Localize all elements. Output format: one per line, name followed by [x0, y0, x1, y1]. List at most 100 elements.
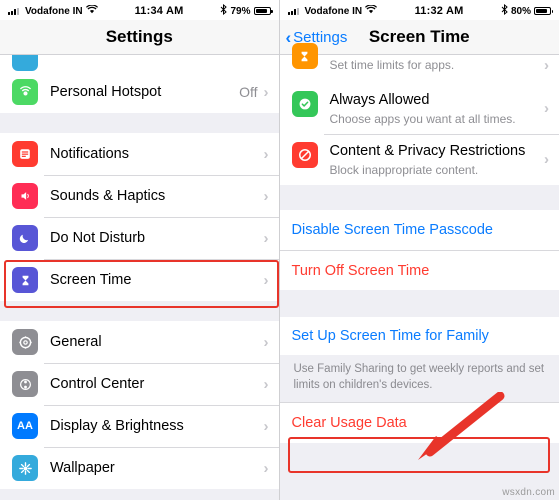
settings-row-do-not-disturb[interactable]: Do Not Disturb ›	[0, 217, 279, 259]
display-brightness-icon: AA	[12, 413, 38, 439]
left-gap-1	[0, 113, 279, 133]
screen-time-row-always-allowed[interactable]: Always Allowed Choose apps you want at a…	[279, 83, 559, 135]
settings-row-control-center[interactable]: Control Center ›	[0, 363, 279, 405]
carrier-label: Vodafone IN	[304, 5, 363, 17]
right-list-group-2: Disable Screen Time Passcode Turn Off Sc…	[279, 210, 559, 291]
right-gap-3	[279, 443, 559, 474]
chevron-right-icon: ›	[263, 333, 269, 351]
page-title: Settings	[105, 27, 173, 46]
row-label: Personal Hotspot	[50, 84, 162, 100]
clock-label: 11:32 AM	[414, 5, 464, 17]
row-title: Content & Privacy Restrictions	[329, 143, 526, 160]
chevron-right-icon: ›	[263, 417, 269, 435]
settings-row-personal-hotspot[interactable]: Personal Hotspot Off ›	[0, 71, 279, 113]
screen-time-icon	[12, 267, 38, 293]
right-gap-1	[279, 185, 559, 211]
chevron-right-icon: ›	[544, 100, 549, 118]
disable-screen-time-passcode-button[interactable]: Disable Screen Time Passcode	[279, 210, 559, 251]
settings-row-sounds-haptics[interactable]: Sounds & Haptics ›	[0, 175, 279, 217]
battery-icon	[534, 6, 553, 16]
screen-time-row-app-limits[interactable]: Set time limits for apps. ›	[279, 43, 559, 83]
left-list-group-2: Notifications › Sounds & Haptics › Do No…	[0, 133, 279, 301]
control-center-icon	[12, 371, 38, 397]
row-subtitle: Set time limits for apps.	[329, 58, 455, 72]
right-gap-2	[279, 290, 559, 318]
action-label: Set Up Screen Time for Family	[291, 328, 489, 345]
row-subtitle: Block inappropriate content.	[329, 162, 479, 177]
back-button-label: Settings	[293, 28, 348, 46]
left-status-left: Vodafone IN	[8, 4, 98, 17]
left-phone-screen: Vodafone IN 11:34 AM 79% Settings Person…	[0, 0, 279, 500]
left-status-bar: Vodafone IN 11:34 AM 79%	[0, 0, 279, 20]
right-status-left: Vodafone IN	[287, 4, 378, 17]
hotspot-icon	[12, 79, 38, 105]
carrier-label: Vodafone IN	[25, 5, 83, 17]
row-subtitle: Choose apps you want at all times.	[329, 111, 516, 126]
chevron-right-icon: ›	[263, 145, 269, 163]
do-not-disturb-icon	[12, 225, 38, 251]
wifi-icon	[365, 4, 378, 17]
chevron-right-icon: ›	[544, 56, 549, 74]
right-phone-screen: Vodafone IN 11:32 AM 80% ‹ Settings Scre…	[278, 0, 559, 500]
chevron-right-icon: ›	[263, 187, 269, 205]
action-label: Turn Off Screen Time	[291, 262, 430, 279]
back-button[interactable]: ‹ Settings	[280, 29, 348, 46]
notifications-icon	[12, 141, 38, 167]
clear-usage-data-button[interactable]: Clear Usage Data	[279, 403, 559, 444]
sounds-icon	[12, 183, 38, 209]
row-text: Set time limits for apps.	[330, 55, 541, 72]
row-label: Display & Brightness	[50, 418, 184, 434]
settings-row-display-brightness[interactable]: AA Display & Brightness ›	[0, 405, 279, 447]
partial-row-top[interactable]	[0, 55, 279, 71]
settings-row-notifications[interactable]: Notifications ›	[0, 133, 279, 175]
right-status-right: 80%	[501, 3, 553, 18]
settings-row-wallpaper[interactable]: Wallpaper ›	[0, 447, 279, 489]
chevron-right-icon: ›	[263, 271, 269, 289]
row-label: Wallpaper	[50, 460, 115, 476]
row-text: Always Allowed Choose apps you want at a…	[330, 91, 541, 126]
row-label: Do Not Disturb	[50, 230, 146, 246]
chevron-left-icon: ‹	[285, 27, 292, 47]
battery-icon	[253, 6, 273, 16]
left-list-group-1: Personal Hotspot Off ›	[0, 71, 279, 113]
row-title: Always Allowed	[329, 92, 430, 108]
action-label: Disable Screen Time Passcode	[291, 222, 494, 239]
row-label: Control Center	[50, 376, 145, 392]
screenshot-root: Vodafone IN 11:34 AM 79% Settings Person…	[0, 0, 559, 500]
chevron-right-icon: ›	[263, 229, 269, 247]
chevron-right-icon: ›	[263, 375, 269, 393]
settings-row-screen-time[interactable]: Screen Time ›	[0, 259, 279, 301]
settings-row-general[interactable]: General ›	[0, 321, 279, 363]
watermark: wsxdn.com	[502, 487, 555, 498]
chevron-right-icon: ›	[544, 151, 549, 169]
wifi-icon	[85, 4, 98, 17]
signal-bars-icon	[287, 7, 302, 15]
battery-percent-label: 79%	[230, 5, 251, 17]
family-sharing-footnote: Use Family Sharing to get weekly reports…	[279, 355, 559, 403]
bluetooth-icon	[220, 3, 228, 18]
left-nav-bar: Settings	[0, 20, 279, 55]
content-privacy-icon	[291, 142, 318, 169]
left-list-group-3: General › Control Center › AA Display & …	[0, 321, 279, 489]
app-limits-icon	[291, 43, 318, 69]
row-label: Notifications	[50, 146, 129, 162]
row-label: Screen Time	[50, 272, 132, 288]
row-text: Content & Privacy Restrictions Block ina…	[330, 142, 541, 177]
right-status-bar: Vodafone IN 11:32 AM 80%	[279, 0, 559, 20]
battery-percent-label: 80%	[510, 5, 531, 17]
set-up-screen-time-for-family-button[interactable]: Set Up Screen Time for Family	[279, 317, 559, 356]
general-icon	[12, 329, 38, 355]
turn-off-screen-time-button[interactable]: Turn Off Screen Time	[279, 250, 559, 291]
row-label: Sounds & Haptics	[50, 188, 166, 204]
left-status-right: 79%	[220, 3, 273, 18]
right-list-group-4: Clear Usage Data	[279, 402, 559, 444]
screen-time-row-content-privacy[interactable]: Content & Privacy Restrictions Block ina…	[279, 134, 559, 186]
right-list-group-1: Always Allowed Choose apps you want at a…	[279, 83, 559, 186]
right-list-group-3: Set Up Screen Time for Family	[279, 317, 559, 356]
bluetooth-icon	[501, 3, 508, 18]
wallpaper-icon	[12, 455, 38, 481]
row-label: General	[50, 334, 102, 350]
chevron-right-icon: ›	[263, 459, 269, 477]
right-nav-bar: ‹ Settings Screen Time	[279, 20, 559, 55]
clock-label: 11:34 AM	[134, 5, 184, 17]
